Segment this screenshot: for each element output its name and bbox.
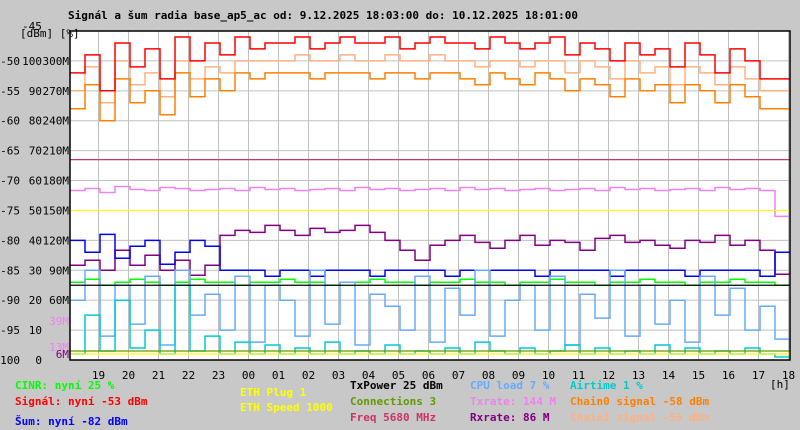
y-tick-pct: 0: [35, 354, 42, 367]
x-tick-label: 01: [272, 369, 285, 382]
x-tick-label: 17: [752, 369, 765, 382]
y-tick-pct: 100: [22, 55, 42, 68]
y-tick-pct: 90: [29, 85, 42, 98]
y-tick-pct: 80: [29, 115, 42, 128]
x-tick-label: 21: [152, 369, 165, 382]
x-tick-label: 03: [332, 369, 345, 382]
y-tick-rate: 300M: [43, 55, 70, 68]
y-tick-dbm: -80: [0, 234, 20, 247]
y-tick-pct: 10: [29, 324, 42, 337]
y-extra-label: 6M: [56, 348, 70, 361]
legend-chain1: Chain1 signal -55 dBm: [570, 411, 710, 424]
x-tick-label: 14: [662, 369, 676, 382]
x-tick-label: 02: [302, 369, 315, 382]
legend-cpu: CPU load 7 %: [470, 379, 550, 392]
legend-freq: Freq 5680 MHz: [350, 411, 437, 424]
y-tick-dbm: -70: [0, 175, 20, 188]
y-top-label: -45: [22, 20, 42, 33]
y-tick-rate: 180M: [43, 175, 70, 188]
legend-txpower: TxPower 25 dBm: [350, 379, 443, 392]
y-tick-rate: 60M: [49, 294, 69, 307]
y-tick-pct: 40: [29, 234, 42, 247]
y-tick-dbm: -65: [0, 145, 20, 158]
y-tick-pct: 20: [29, 294, 42, 307]
y-tick-rate: 150M: [43, 204, 70, 217]
y-tick-dbm: -95: [0, 324, 20, 337]
x-tick-label: 16: [722, 369, 735, 382]
legend-noise: Šum: nyní -82 dBm: [15, 415, 128, 428]
y-tick-rate: 270M: [43, 85, 70, 98]
x-tick-label: 23: [212, 369, 225, 382]
legend-txrate: Txrate: 144 M: [470, 395, 557, 408]
x-tick-label: 00: [242, 369, 255, 382]
y-tick-rate: 120M: [43, 234, 70, 247]
y-tick-pct: 30: [29, 264, 42, 277]
y-tick-rate: 210M: [43, 145, 70, 158]
y-tick-dbm: -50: [0, 55, 20, 68]
legend-airtime: Airtime 1 %: [570, 379, 643, 392]
y-tick-pct: 70: [29, 145, 42, 158]
y-tick-dbm: -100: [0, 354, 20, 367]
y-tick-rate: 240M: [43, 115, 70, 128]
y-extra-label: 39M: [49, 315, 69, 328]
legend-cinr: CINR: nyní 25 %: [15, 379, 115, 392]
x-tick-label: 07: [452, 369, 465, 382]
y-tick-dbm: -85: [0, 264, 20, 277]
legend-eth-plug: ETH Plug 1: [240, 386, 307, 399]
y-tick-rate: 90M: [49, 264, 69, 277]
y-tick-dbm: -60: [0, 115, 20, 128]
legend-rxrate: Rxrate: 86 M: [470, 411, 550, 424]
y-tick-dbm: -55: [0, 85, 20, 98]
legend-signal: Signál: nyní -53 dBm: [15, 395, 148, 408]
y-tick-dbm: -75: [0, 204, 20, 217]
signal-noise-chart: -50 100 300M-55 90 270M-60 80 240M-65 70 210M-70…: [0, 9, 795, 391]
x-tick-label: 22: [182, 369, 195, 382]
y-tick-pct: 60: [29, 175, 42, 188]
chart-window: -50 100 300M -55 90 270M -60 80 240M -65 70 210M -70…: [0, 0, 800, 430]
y-tick-pct: 50: [29, 204, 42, 217]
x-tick-label: 20: [122, 369, 135, 382]
legend-chain0: Chain0 signal -58 dBm: [570, 395, 710, 408]
y-tick-dbm: -90: [0, 294, 20, 307]
x-tick-label: 15: [692, 369, 705, 382]
legend-connections: Connections 3: [350, 395, 437, 408]
legend-eth-speed: ETH Speed 1000: [240, 401, 333, 414]
x-axis-unit: [h]: [770, 378, 790, 391]
chart-title: Signál a šum radia base_ap5_ac od: 9.12.…: [68, 9, 578, 22]
